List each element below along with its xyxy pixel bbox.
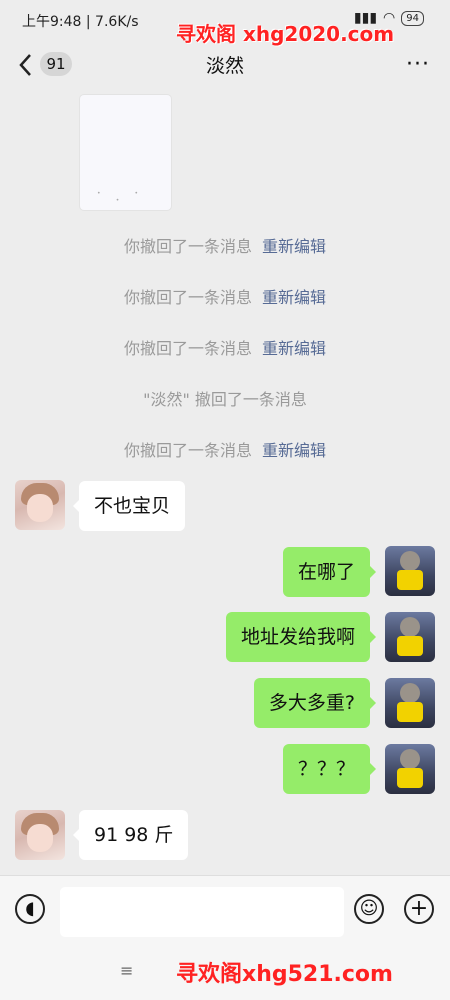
recall-notice-other: "淡然" 撤回了一条消息 [0, 386, 450, 410]
contact-avatar[interactable] [15, 810, 65, 860]
self-avatar[interactable] [385, 678, 435, 728]
recall-text: 你撤回了一条消息 [123, 339, 252, 358]
recall-text: "淡然" 撤回了一条消息 [143, 390, 307, 409]
message-bubble-received[interactable]: 91 98 斤 [72, 810, 189, 860]
contact-avatar[interactable] [15, 480, 65, 530]
self-avatar[interactable] [385, 546, 435, 596]
battery-icon: 94 [401, 10, 424, 26]
emoji-icon[interactable]: ☺ [354, 894, 384, 924]
self-avatar[interactable] [385, 612, 435, 662]
image-message[interactable]: • • • [80, 95, 171, 210]
self-avatar[interactable] [385, 744, 435, 794]
status-icons: ▮▮▮ ◠ 94 [354, 10, 424, 26]
plus-icon[interactable]: + [404, 894, 434, 924]
recall-notice: 你撤回了一条消息 重新编辑 [0, 233, 450, 257]
message-bubble-sent[interactable]: 地址发给我啊 [225, 612, 377, 662]
message-bubble-received[interactable]: 不也宝贝 [72, 481, 186, 531]
menu-icon[interactable]: ≡ [120, 961, 133, 980]
status-time: 上午9:48 | 7.6K/s [22, 14, 139, 30]
re-edit-link[interactable]: 重新编辑 [262, 237, 326, 256]
message-bubble-sent[interactable]: 在哪了 [282, 547, 377, 597]
recall-notice: 你撤回了一条消息 重新编辑 [0, 335, 450, 359]
re-edit-link[interactable]: 重新编辑 [262, 288, 326, 307]
wifi-icon: ◠ [383, 10, 396, 26]
recall-text: 你撤回了一条消息 [123, 237, 252, 256]
signal-icon: ▮▮▮ [353, 10, 378, 26]
chat-input-bar: ◖ ☺ + [0, 875, 450, 946]
message-input[interactable] [60, 887, 344, 937]
image-placeholder-dots: • • • [97, 190, 154, 204]
re-edit-link[interactable]: 重新编辑 [262, 441, 326, 460]
recall-text: 你撤回了一条消息 [123, 441, 252, 460]
recall-notice: 你撤回了一条消息 重新编辑 [0, 284, 450, 308]
more-options-icon[interactable]: ··· [406, 52, 430, 77]
status-bar: 上午9:48 | 7.6K/s 寻欢阁 xhg2020.com ▮▮▮ ◠ 94 [0, 0, 450, 46]
recall-text: 你撤回了一条消息 [123, 288, 252, 307]
system-nav-bar: ≡ 寻欢阁xhg521.com [0, 945, 450, 1000]
re-edit-link[interactable]: 重新编辑 [262, 339, 326, 358]
message-bubble-sent[interactable]: ？？？ [282, 744, 377, 794]
chat-title: 淡然 [205, 55, 244, 77]
watermark-bottom: 寻欢阁xhg521.com [176, 962, 393, 987]
voice-input-icon[interactable]: ◖ [15, 894, 45, 924]
message-bubble-sent[interactable]: 多大多重? [253, 678, 377, 728]
chat-header: 91 淡然 ··· [0, 40, 450, 90]
recall-notice: 你撤回了一条消息 重新编辑 [0, 437, 450, 461]
